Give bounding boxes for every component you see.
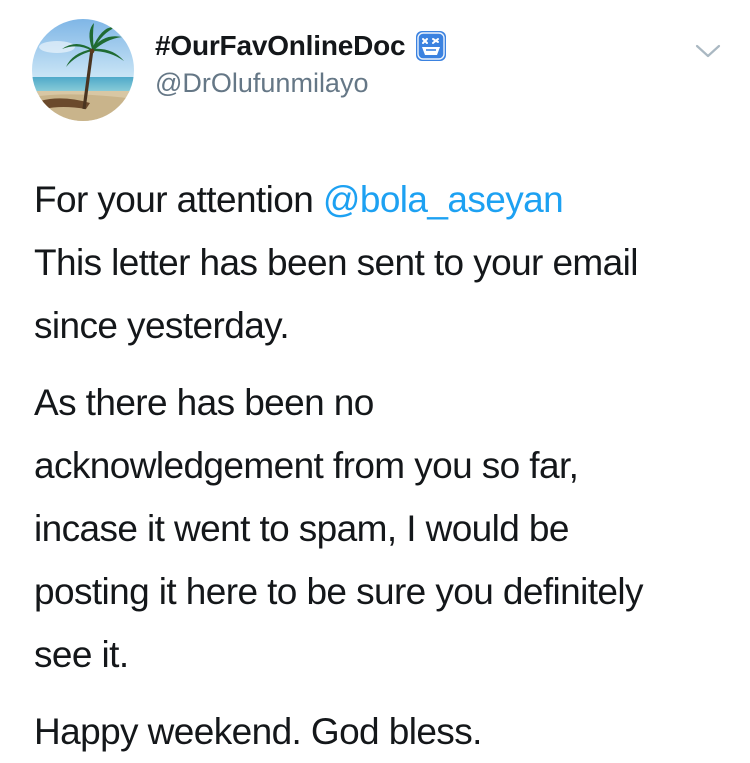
tweet-line: As there has been no bbox=[34, 382, 374, 423]
display-name[interactable]: #OurFavOnlineDoc bbox=[155, 30, 406, 62]
tweet-paragraph-2: As there has been no acknowledgement fro… bbox=[34, 371, 724, 686]
avatar[interactable] bbox=[32, 19, 134, 121]
user-handle[interactable]: @DrOlufunmilayo bbox=[155, 68, 368, 99]
tweet-text: For your attention @bola_aseyan This let… bbox=[34, 168, 724, 763]
display-name-row: #OurFavOnlineDoc bbox=[155, 26, 447, 66]
mention-link[interactable]: @bola_aseyan bbox=[323, 179, 564, 220]
tweet-line: incase it went to spam, I would be bbox=[34, 508, 569, 549]
tweet-line: since yesterday. bbox=[34, 305, 290, 346]
tweet-line: For your attention @bola_aseyan bbox=[34, 168, 724, 231]
tweet-line-text: For your attention bbox=[34, 179, 323, 220]
tweet-paragraph-1: For your attention @bola_aseyan This let… bbox=[34, 168, 724, 357]
palm-tree-beach-avatar-icon bbox=[32, 19, 134, 121]
tweet-line: acknowledgement from you so far, bbox=[34, 445, 579, 486]
tweet-line: see it. bbox=[34, 634, 129, 675]
tweet-line: Happy weekend. God bless. bbox=[34, 711, 482, 752]
tweet-line: posting it here to be sure you definitel… bbox=[34, 571, 644, 612]
tweet-paragraph-3: Happy weekend. God bless. bbox=[34, 700, 724, 763]
chevron-down-icon[interactable] bbox=[693, 40, 723, 62]
tweet-line: This letter has been sent to your email bbox=[34, 242, 638, 283]
tweet-card: #OurFavOnlineDoc @DrOlufunmilayo For you… bbox=[0, 0, 750, 763]
emoji-badge-icon bbox=[415, 30, 447, 62]
